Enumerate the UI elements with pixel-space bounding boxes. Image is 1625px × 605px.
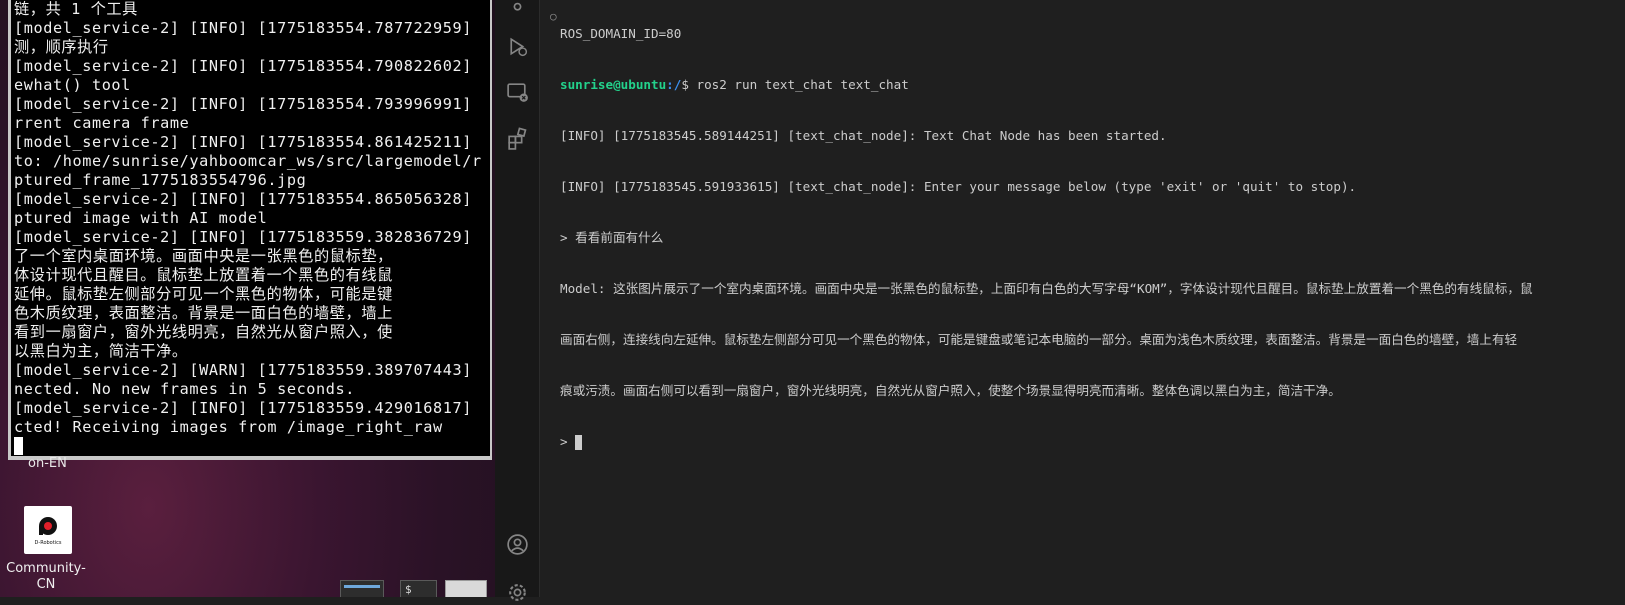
terminal-user-input-line: > 看看前面有什么	[560, 230, 664, 245]
activity-bar	[495, 0, 540, 601]
terminal-log-line: [model_service-2] [INFO] [1775183554.865…	[14, 190, 472, 208]
terminal-model-response-line: 画面右侧，连接线向左延伸。鼠标垫左侧部分可见一个黑色的物体，可能是键盘或笔记本电…	[560, 332, 1518, 347]
terminal-model-response-line: 痕或污渍。画面右侧可以看到一扇窗户，窗外光线明亮，自然光从窗户照入，使整个场景显…	[560, 383, 1341, 398]
terminal-log-line: [model_service-2] [INFO] [1775183554.861…	[14, 133, 472, 151]
terminal-output-line: [INFO] [1775183545.591933615] [text_chat…	[560, 179, 1357, 194]
terminal-output-line: [INFO] [1775183545.589144251] [text_chat…	[560, 128, 1167, 143]
input-prompt-symbol: >	[560, 434, 576, 449]
terminal-input-prompt[interactable]: >	[560, 433, 1533, 450]
source-control-icon[interactable]	[505, 0, 530, 15]
taskbar-files-icon[interactable]	[445, 580, 487, 597]
terminal-prompt-glyph: $	[405, 583, 412, 596]
terminal-log-line: 延伸。鼠标垫左侧部分可见一个黑色的物体，可能是键	[14, 285, 393, 303]
terminal-log-line: [model_service-2] [INFO] [1775183554.787…	[14, 19, 472, 37]
terminal-prompt-line: sunrise@ubuntu:/$ ros2 run text_chat tex…	[560, 76, 1533, 93]
d-robotics-app-icon[interactable]: D-Robotics	[24, 506, 72, 554]
remote-explorer-icon[interactable]	[505, 80, 530, 105]
terminal-model-response-line: Model: 这张图片展示了一个室内桌面环境。画面中央是一张黑色的鼠标垫，上面印…	[560, 281, 1533, 296]
account-icon[interactable]	[505, 532, 530, 557]
integrated-terminal-panel[interactable]: ○ ROS_DOMAIN_ID=80 sunrise@ubuntu:/$ ros…	[540, 0, 1625, 597]
prompt-path: :/	[666, 77, 682, 92]
terminal-log-line: ewhat() tool	[14, 76, 131, 94]
run-debug-icon[interactable]	[505, 34, 530, 59]
prompt-user: sunrise@ubuntu	[560, 77, 667, 92]
terminal-log-line: to: /home/sunrise/yahboomcar_ws/src/larg…	[14, 152, 482, 170]
terminal-log-line: [model_service-2] [INFO] [1775183559.429…	[14, 399, 472, 417]
terminal-window[interactable]: 链，共 1 个工具 [model_service-2] [INFO] [17751…	[8, 0, 492, 460]
taskbar-terminal-icon[interactable]: $	[400, 580, 437, 597]
terminal-log-line: [model_service-2] [WARN] [1775183559.389…	[14, 361, 472, 379]
d-robotics-logo-text: D-Robotics	[35, 540, 62, 546]
app-label-line1: Community-	[6, 561, 86, 576]
terminal-log-line: ptured_frame_1775183554796.jpg	[14, 171, 307, 189]
prompt-command: ros2 run text_chat text_chat	[696, 77, 909, 92]
terminal-log-line: cted! Receiving images from /image_right…	[14, 418, 443, 436]
terminal-log-line: ptured image with AI model	[14, 209, 268, 227]
terminal-output[interactable]: 链，共 1 个工具 [model_service-2] [INFO] [17751…	[11, 0, 490, 456]
desktop-background: 链，共 1 个工具 [model_service-2] [INFO] [17751…	[0, 0, 495, 597]
terminal-log-line: 看到一扇窗户，窗外光线明亮，自然光从窗户照入，使	[14, 323, 393, 341]
d-robotics-app-label[interactable]: Community- CN	[0, 561, 92, 593]
terminal-log-line: [model_service-2] [INFO] [1775183554.793…	[14, 95, 472, 113]
terminal-cursor-line[interactable]	[14, 437, 490, 456]
terminal-log-line: 了一个室内桌面环境。画面中央是一张黑色的鼠标垫，	[14, 247, 393, 265]
terminal-log-line: 体设计现代且醒目。鼠标垫上放置着一个黑色的有线鼠	[14, 266, 393, 284]
extensions-icon[interactable]	[505, 126, 530, 151]
terminal-decoration-circle: ○	[550, 10, 557, 23]
terminal-line-env: ROS_DOMAIN_ID=80	[560, 26, 682, 41]
terminal-buffer[interactable]: ROS_DOMAIN_ID=80 sunrise@ubuntu:/$ ros2 …	[560, 0, 1533, 588]
terminal-log-line: 色木质纹理，表面整洁。背景是一面白色的墙壁，墙上	[14, 304, 393, 322]
prompt-symbol: $	[681, 77, 697, 92]
terminal-cursor	[14, 437, 23, 455]
settings-gear-icon[interactable]	[505, 580, 530, 605]
terminal-log-line: [model_service-2] [INFO] [1775183554.790…	[14, 57, 472, 75]
taskbar-window-thumb[interactable]	[340, 580, 384, 597]
terminal-log-line: [model_service-2] [INFO] [1775183559.382…	[14, 228, 472, 246]
terminal-log-line: 测，顺序执行	[14, 38, 109, 56]
terminal-log-line: 链，共 1 个工具	[14, 0, 138, 18]
terminal-log-line: 以黑白为主，简洁干净。	[14, 342, 188, 360]
terminal-log-line: rrent camera frame	[14, 114, 190, 132]
window-thumb-bar	[344, 585, 380, 588]
terminal-log-line: nected. No new frames in 5 seconds.	[14, 380, 356, 398]
app-label-line2: CN	[36, 577, 56, 592]
terminal-cursor	[575, 435, 583, 450]
desktop-icon-label: on-EN	[28, 456, 67, 471]
